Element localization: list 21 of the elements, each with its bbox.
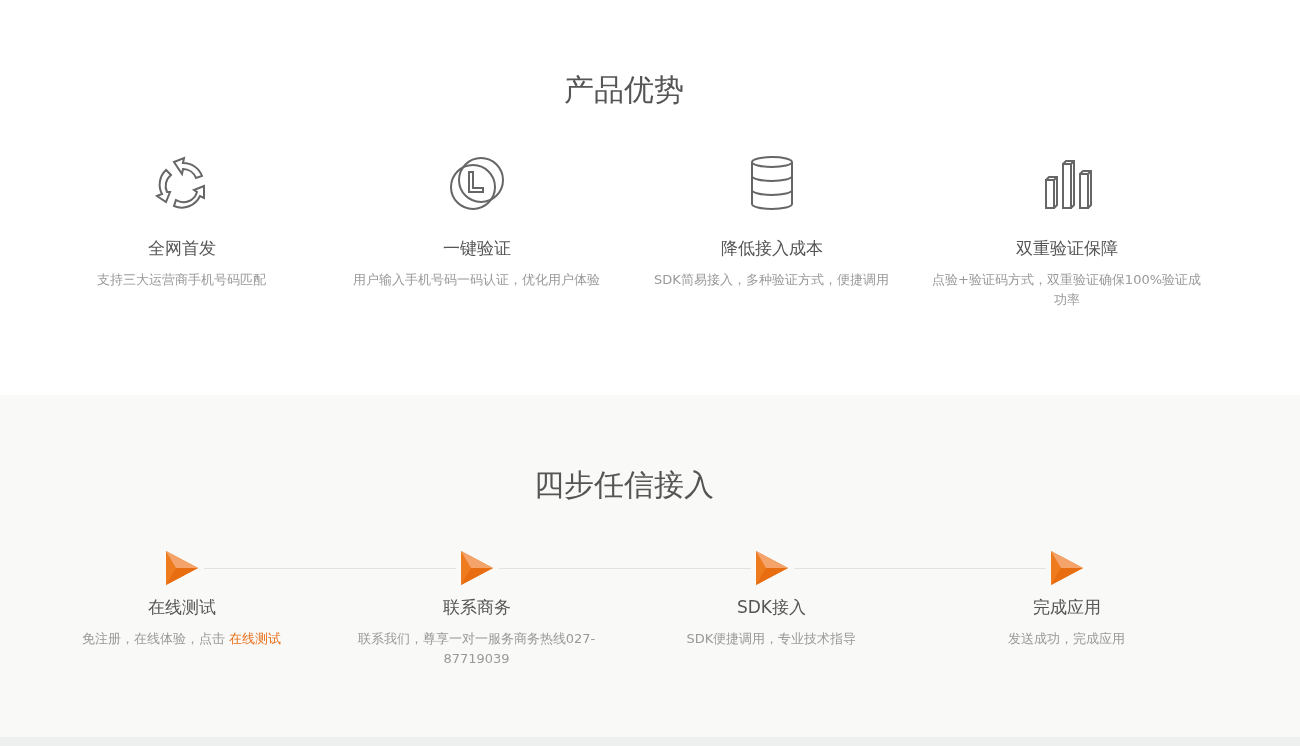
triangle-arrow-icon [755,551,788,585]
feature-description: 点验+验证码方式，双重验证确保100%验证成功率 [931,271,1202,309]
online-test-link[interactable]: 在线测试 [229,631,282,646]
feature-title: 降低接入成本 [720,237,823,260]
triangle-arrow-icon [165,551,198,585]
step-title: 联系商务 [442,596,511,619]
step-description: SDK便捷调用，专业技术指导 [685,630,858,648]
step-title: SDK接入 [737,596,806,619]
triangle-arrow-icon [460,551,493,585]
feature-title: 全网首发 [147,237,216,260]
section-title: 产品优势 [563,71,685,109]
feature-title: 双重验证保障 [1015,237,1118,260]
step-description: 免注册，在线体验，点击 在线测试 [80,630,283,648]
feature-title: 一键验证 [442,237,511,260]
feature-description: SDK简易接入，多种验证方式，便捷调用 [653,271,890,289]
section-title: 四步任信接入 [533,466,715,504]
step-title: 在线测试 [147,596,216,619]
step-description: 发送成功，完成应用 [1007,630,1126,648]
triangle-arrow-icon [1050,551,1083,585]
step-title: 完成应用 [1032,596,1101,619]
feature-description: 支持三大运营商手机号码匹配 [96,271,267,289]
